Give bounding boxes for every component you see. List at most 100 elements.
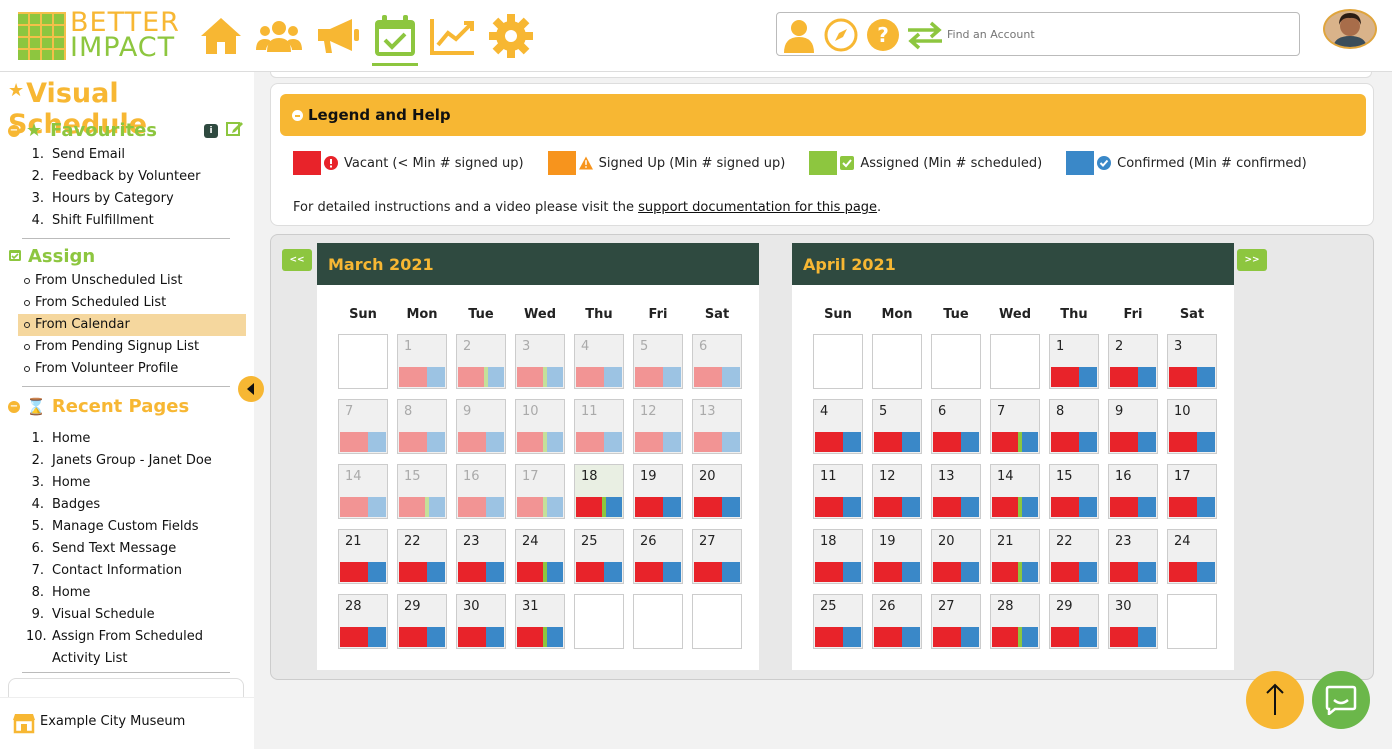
shift-status-bar[interactable]: [694, 497, 740, 517]
shift-status-bar[interactable]: [874, 627, 920, 647]
shift-status-bar[interactable]: [458, 497, 504, 517]
gear-icon[interactable]: [486, 12, 536, 60]
list-item[interactable]: 3. Home: [0, 472, 250, 494]
megaphone-icon[interactable]: [312, 12, 362, 60]
calendar-day[interactable]: 3: [515, 334, 565, 389]
list-item[interactable]: From Scheduled List: [0, 292, 250, 314]
shift-status-bar[interactable]: [1169, 497, 1215, 517]
calendar-day[interactable]: 21: [990, 529, 1040, 584]
calendar-day[interactable]: 10: [1167, 399, 1217, 454]
shift-status-bar[interactable]: [933, 562, 979, 582]
calendar-day[interactable]: 17: [1167, 464, 1217, 519]
shift-status-bar[interactable]: [340, 497, 386, 517]
calendar-day[interactable]: 24: [1167, 529, 1217, 584]
calendar-day[interactable]: 23: [456, 529, 506, 584]
shift-status-bar[interactable]: [517, 562, 563, 582]
calendar-day[interactable]: 27: [931, 594, 981, 649]
calendar-day[interactable]: 25: [574, 529, 624, 584]
calendar-check-icon[interactable]: [370, 12, 420, 66]
list-item[interactable]: From Unscheduled List: [0, 270, 250, 292]
shift-status-bar[interactable]: [458, 627, 504, 647]
calendar-day[interactable]: 3: [1167, 334, 1217, 389]
shift-status-bar[interactable]: [694, 562, 740, 582]
list-item[interactable]: 1. Send Email: [0, 144, 250, 166]
shift-status-bar[interactable]: [517, 627, 563, 647]
shift-status-bar[interactable]: [1051, 627, 1097, 647]
chart-line-icon[interactable]: [428, 12, 478, 60]
calendar-day[interactable]: 5: [633, 334, 683, 389]
calendar-day[interactable]: 27: [692, 529, 742, 584]
prev-month-button[interactable]: <<: [282, 249, 312, 271]
calendar-day[interactable]: 1: [1049, 334, 1099, 389]
shift-status-bar[interactable]: [458, 562, 504, 582]
shift-status-bar[interactable]: [340, 562, 386, 582]
list-item[interactable]: 8. Home: [0, 582, 250, 604]
shift-status-bar[interactable]: [1110, 497, 1156, 517]
shift-status-bar[interactable]: [933, 432, 979, 452]
shift-status-bar[interactable]: [694, 367, 740, 387]
shift-status-bar[interactable]: [992, 627, 1038, 647]
shift-status-bar[interactable]: [1110, 562, 1156, 582]
list-item[interactable]: 9. Visual Schedule: [0, 604, 250, 626]
calendar-day[interactable]: 22: [397, 529, 447, 584]
shift-status-bar[interactable]: [340, 432, 386, 452]
list-item-active[interactable]: From Calendar: [18, 314, 246, 336]
calendar-day[interactable]: 10: [515, 399, 565, 454]
switch-account-icon[interactable]: [905, 17, 945, 53]
favourites-header[interactable]: − ★ Favourites: [8, 120, 157, 141]
shift-status-bar[interactable]: [874, 562, 920, 582]
shift-status-bar[interactable]: [1051, 432, 1097, 452]
avatar[interactable]: [1323, 9, 1377, 49]
calendar-day[interactable]: 17: [515, 464, 565, 519]
calendar-day[interactable]: 16: [1108, 464, 1158, 519]
list-item[interactable]: 10. Assign From Scheduled: [0, 626, 250, 648]
help-icon[interactable]: ?: [865, 17, 901, 53]
list-item[interactable]: 7. Contact Information: [0, 560, 250, 582]
list-item[interactable]: 1. Home: [0, 428, 250, 450]
shift-status-bar[interactable]: [992, 497, 1038, 517]
shift-status-bar[interactable]: [458, 367, 504, 387]
shift-status-bar[interactable]: [517, 497, 563, 517]
list-item[interactable]: 5. Manage Custom Fields: [0, 516, 250, 538]
calendar-day[interactable]: 28: [338, 594, 388, 649]
list-item[interactable]: From Volunteer Profile: [0, 358, 250, 380]
shift-status-bar[interactable]: [399, 432, 445, 452]
shift-status-bar[interactable]: [399, 627, 445, 647]
shift-status-bar[interactable]: [815, 562, 861, 582]
shift-status-bar[interactable]: [1110, 627, 1156, 647]
shift-status-bar[interactable]: [1169, 367, 1215, 387]
calendar-day[interactable]: 8: [397, 399, 447, 454]
shift-status-bar[interactable]: [1051, 367, 1097, 387]
shift-status-bar[interactable]: [458, 432, 504, 452]
calendar-day[interactable]: 7: [990, 399, 1040, 454]
list-item[interactable]: 6. Send Text Message: [0, 538, 250, 560]
list-item[interactable]: 4. Shift Fulfillment: [0, 210, 250, 232]
shift-status-bar[interactable]: [635, 562, 681, 582]
organization-footer[interactable]: Example City Museum: [0, 697, 254, 749]
calendar-day[interactable]: 6: [692, 334, 742, 389]
calendar-day[interactable]: 9: [456, 399, 506, 454]
shift-status-bar[interactable]: [992, 562, 1038, 582]
shift-status-bar[interactable]: [635, 497, 681, 517]
shift-status-bar[interactable]: [576, 367, 622, 387]
shift-status-bar[interactable]: [576, 497, 622, 517]
user-icon[interactable]: [781, 17, 817, 53]
collapse-icon[interactable]: −: [8, 400, 20, 413]
shift-status-bar[interactable]: [1169, 562, 1215, 582]
edit-icon[interactable]: [226, 120, 244, 140]
support-doc-link[interactable]: support documentation for this page: [638, 200, 877, 215]
collapse-sidebar-button[interactable]: [238, 376, 264, 402]
calendar-day[interactable]: 21: [338, 529, 388, 584]
shift-status-bar[interactable]: [399, 367, 445, 387]
info-icon[interactable]: i: [204, 124, 218, 138]
calendar-day[interactable]: 13: [931, 464, 981, 519]
shift-status-bar[interactable]: [576, 432, 622, 452]
home-icon[interactable]: [196, 12, 246, 60]
calendar-day[interactable]: 15: [1049, 464, 1099, 519]
shift-status-bar[interactable]: [399, 562, 445, 582]
shift-status-bar[interactable]: [815, 497, 861, 517]
list-item[interactable]: 2. Janets Group - Janet Doe: [0, 450, 250, 472]
collapse-icon[interactable]: [292, 110, 303, 121]
calendar-day[interactable]: 18: [813, 529, 863, 584]
calendar-day[interactable]: 1: [397, 334, 447, 389]
